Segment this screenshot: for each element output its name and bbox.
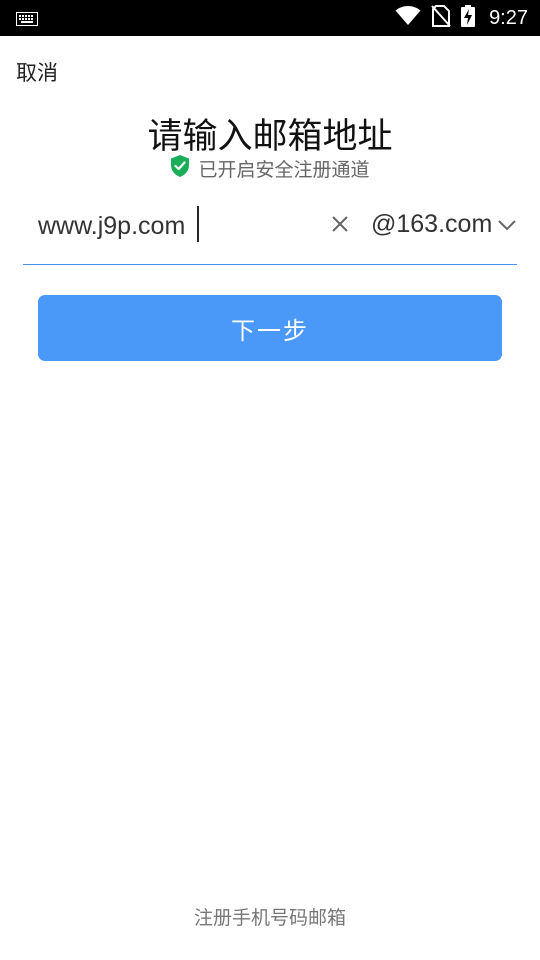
next-button[interactable]: 下一步: [38, 295, 502, 361]
clear-icon[interactable]: [328, 212, 352, 236]
page-title: 请输入邮箱地址: [147, 117, 393, 157]
status-bar: 9:27: [0, 0, 540, 36]
secure-text: 已开启安全注册通道: [198, 159, 370, 181]
text-cursor: [197, 206, 199, 242]
domain-select[interactable]: @163.com: [371, 210, 492, 239]
email-input[interactable]: [38, 204, 328, 248]
register-phone-email-link[interactable]: 注册手机号码邮箱: [0, 903, 540, 930]
wifi-icon: [395, 6, 421, 30]
status-time: 9:27: [489, 6, 528, 29]
no-sim-icon: [431, 5, 451, 31]
chevron-down-icon[interactable]: [497, 216, 517, 235]
keyboard-icon: [16, 11, 38, 30]
cancel-button[interactable]: 取消: [16, 57, 58, 87]
email-row: @163.com: [23, 196, 517, 265]
shield-check-icon: [170, 155, 190, 182]
battery-charging-icon: [461, 5, 476, 31]
secure-notice: 已开启安全注册通道: [0, 155, 540, 182]
